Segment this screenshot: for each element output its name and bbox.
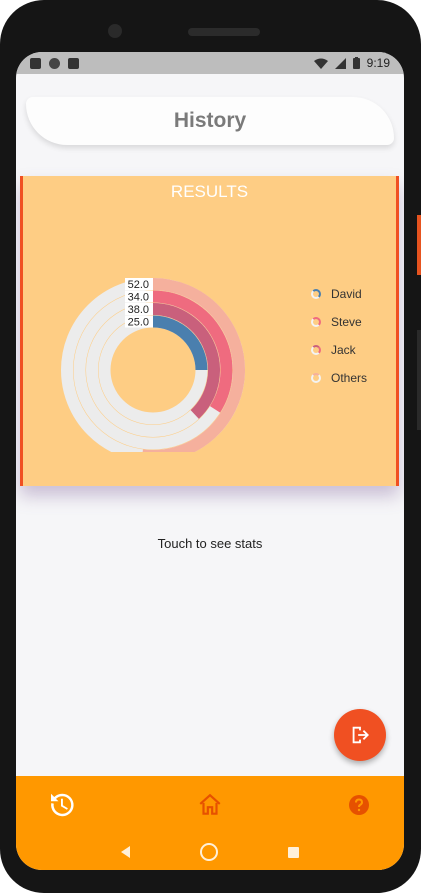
- circle-icon: [49, 57, 60, 69]
- phone-frame: 9:19 History RESULTS 52.0 34.0 38.0 25.0 Da…: [0, 0, 421, 893]
- legend-label: Steve: [331, 315, 362, 329]
- home-button-icon[interactable]: [200, 843, 218, 861]
- legend-item-steve[interactable]: Steve: [311, 308, 367, 336]
- recents-icon[interactable]: [288, 846, 299, 858]
- logout-icon: [352, 726, 369, 744]
- sim-icon: [68, 57, 79, 69]
- results-card[interactable]: RESULTS 52.0 34.0 38.0 25.0 David Steve Jac…: [20, 176, 399, 486]
- volume-button: [417, 215, 421, 275]
- chart-legend: David Steve Jack Others: [311, 280, 367, 392]
- legend-marker-icon: [311, 317, 321, 327]
- app-header: History: [26, 97, 394, 145]
- history-icon: [51, 793, 74, 817]
- wifi-icon: [313, 58, 328, 69]
- system-nav: [16, 834, 404, 870]
- card-title: RESULTS: [170, 182, 249, 201]
- home-icon: [199, 793, 221, 815]
- legend-marker-icon: [311, 289, 321, 299]
- logout-button[interactable]: [334, 709, 386, 761]
- chart-data-label: 38.0: [128, 304, 149, 316]
- status-left: [30, 57, 79, 69]
- legend-item-david[interactable]: David: [311, 280, 367, 308]
- nav-home[interactable]: [193, 788, 227, 822]
- legend-label: Others: [331, 371, 368, 385]
- camera-icon: [108, 24, 122, 38]
- legend-item-others[interactable]: Others: [311, 364, 367, 392]
- battery-icon: [352, 57, 360, 69]
- chart-data-label: 25.0: [128, 317, 149, 329]
- hint-text: Touch to see stats: [157, 536, 263, 551]
- page-title: History: [173, 109, 247, 132]
- nav-help[interactable]: [342, 788, 376, 822]
- nav-history[interactable]: [44, 788, 78, 822]
- status-time: 9:19: [366, 56, 390, 70]
- signal-icon: [334, 57, 346, 69]
- legend-label: David: [331, 287, 362, 301]
- radial-chart[interactable]: 52.034.038.025.0: [53, 232, 293, 452]
- screen: 9:19 History RESULTS 52.0 34.0 38.0 25.0 Da…: [16, 52, 404, 870]
- chart-data-label: 52.0: [128, 279, 149, 291]
- legend-label: Jack: [331, 343, 356, 357]
- legend-marker-icon: [311, 345, 321, 355]
- status-bar: 9:19: [16, 52, 404, 74]
- back-icon[interactable]: [121, 846, 130, 858]
- help-icon: [349, 795, 369, 815]
- speaker-grille: [188, 28, 260, 36]
- power-button: [417, 330, 421, 430]
- legend-marker-icon: [311, 373, 321, 383]
- a-icon: [30, 57, 41, 69]
- status-right: 9:19: [313, 56, 390, 70]
- bottom-nav: [16, 776, 404, 834]
- chart-data-label: 34.0: [128, 292, 149, 304]
- legend-item-jack[interactable]: Jack: [311, 336, 367, 364]
